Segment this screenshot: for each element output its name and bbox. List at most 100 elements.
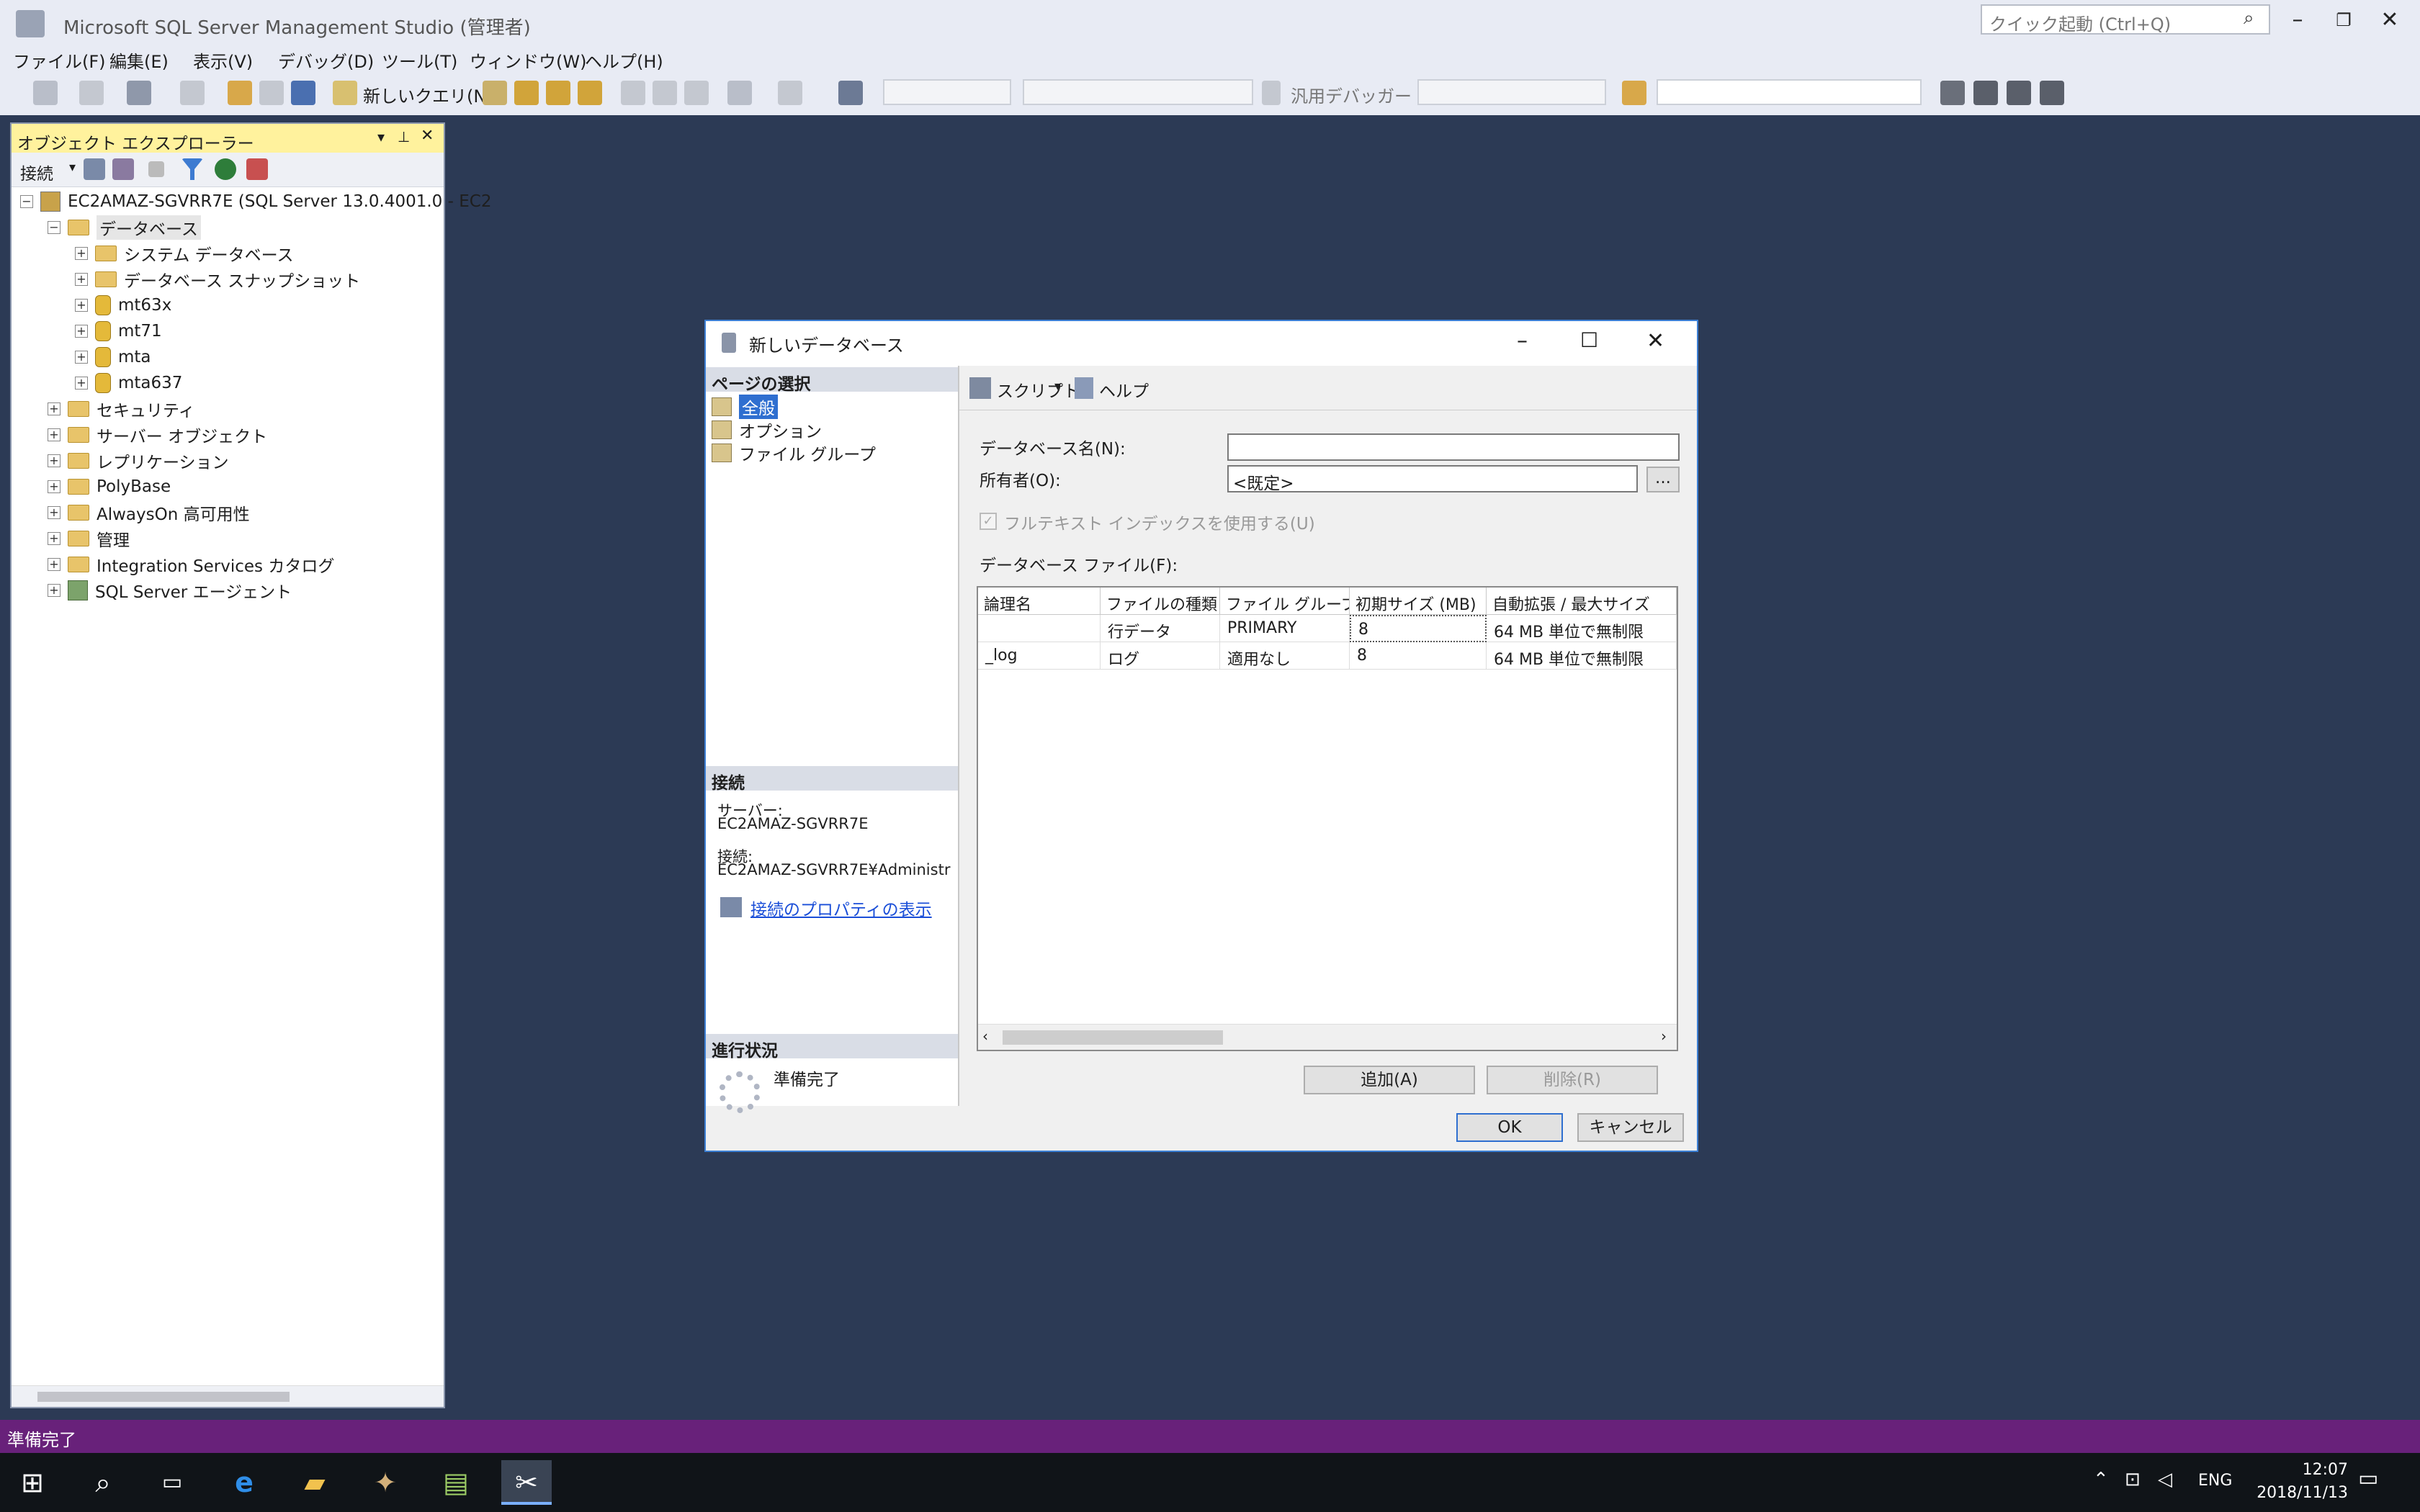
- close-panel-icon[interactable]: ✕: [421, 127, 434, 145]
- refresh-icon[interactable]: [215, 158, 236, 180]
- action-center-icon[interactable]: ▭: [2358, 1466, 2378, 1491]
- app-icon[interactable]: ✦: [360, 1460, 411, 1505]
- row2-file-type[interactable]: ログ: [1101, 642, 1220, 670]
- back-icon[interactable]: [33, 81, 58, 105]
- paste-icon[interactable]: [684, 81, 709, 105]
- dialog-minimize-button[interactable]: –: [1517, 328, 1528, 354]
- dialog-maximize-button[interactable]: ☐: [1580, 328, 1598, 352]
- cancel-button[interactable]: キャンセル: [1577, 1113, 1684, 1142]
- col-autogrowth[interactable]: 自動拡張 / 最大サイズ: [1487, 588, 1677, 615]
- cut-icon[interactable]: [621, 81, 645, 105]
- notepad-icon[interactable]: ▤: [431, 1460, 481, 1505]
- add-file-button[interactable]: 追加(A): [1304, 1066, 1475, 1094]
- tray-chevron-icon[interactable]: ⌃: [2093, 1469, 2109, 1490]
- tree-alwayson[interactable]: + AlwaysOn 高可用性: [48, 500, 250, 526]
- menu-edit[interactable]: 編集(E): [109, 48, 169, 73]
- filter-icon[interactable]: [182, 158, 203, 180]
- scroll-right-icon[interactable]: ›: [1661, 1027, 1667, 1045]
- page-general[interactable]: 全般: [712, 395, 778, 419]
- row1-file-type[interactable]: 行データ: [1101, 615, 1220, 642]
- view-connection-properties-link[interactable]: 接続のプロパティの表示: [750, 896, 932, 920]
- dropdown-icon[interactable]: ▾: [377, 128, 385, 145]
- col-initial-size[interactable]: 初期サイズ (MB): [1350, 588, 1487, 615]
- grid-horizontal-scrollbar[interactable]: ‹ ›: [978, 1024, 1677, 1050]
- row1-filegroup[interactable]: PRIMARY: [1220, 615, 1350, 642]
- dmx-query-icon[interactable]: [546, 81, 570, 105]
- undo-icon[interactable]: [727, 81, 752, 105]
- open-file-icon[interactable]: [228, 81, 252, 105]
- remove-file-button[interactable]: 削除(R): [1487, 1066, 1658, 1094]
- menu-debug[interactable]: デバッグ(D): [278, 48, 374, 73]
- toolbox-icon[interactable]: [2007, 81, 2031, 105]
- row2-filegroup[interactable]: 適用なし: [1220, 642, 1350, 670]
- tree-databases[interactable]: − データベース: [48, 215, 201, 240]
- row1-logical-name[interactable]: [978, 615, 1101, 642]
- page-options[interactable]: オプション: [712, 418, 822, 442]
- save-icon[interactable]: [259, 81, 284, 105]
- tree-db-mt63x[interactable]: + mt63x: [75, 292, 171, 318]
- col-file-type[interactable]: ファイルの種類: [1101, 588, 1220, 615]
- debugger-label[interactable]: 汎用デバッガー: [1291, 82, 1412, 107]
- network-icon[interactable]: ⊡: [2125, 1469, 2141, 1490]
- col-logical-name[interactable]: 論理名: [978, 588, 1101, 615]
- solution-config-combo[interactable]: [883, 79, 1011, 105]
- tree-db-mta637[interactable]: + mta637: [75, 370, 182, 396]
- menu-help[interactable]: ヘルプ(H): [585, 48, 663, 73]
- pin-icon[interactable]: ⊥: [398, 128, 410, 145]
- help-button[interactable]: ヘルプ: [1099, 377, 1149, 402]
- tree-db-mta[interactable]: + mta: [75, 344, 151, 370]
- col-filegroup[interactable]: ファイル グループ: [1220, 588, 1350, 615]
- row1-initial-size[interactable]: 8: [1350, 615, 1487, 642]
- tree-db-mt71[interactable]: + mt71: [75, 318, 162, 344]
- scrollbar-thumb[interactable]: [37, 1392, 290, 1402]
- search-icon[interactable]: ⌕: [78, 1460, 128, 1505]
- file-explorer-icon[interactable]: ▰: [290, 1460, 340, 1505]
- horizontal-scrollbar[interactable]: [12, 1385, 444, 1407]
- layout-icon[interactable]: [2040, 81, 2064, 105]
- row2-autogrowth[interactable]: 64 MB 単位で無制限: [1487, 642, 1677, 670]
- tree-server-objects[interactable]: + サーバー オブジェクト: [48, 422, 267, 448]
- scroll-left-icon[interactable]: ‹: [982, 1027, 988, 1045]
- debug-target-combo[interactable]: [1417, 79, 1606, 105]
- tree-sql-agent[interactable]: + SQL Server エージェント: [48, 577, 292, 603]
- add-item-icon[interactable]: [180, 81, 205, 105]
- xmla-query-icon[interactable]: [578, 81, 602, 105]
- script-dropdown-icon[interactable]: ▾: [1054, 379, 1061, 394]
- stop-icon[interactable]: [148, 161, 164, 177]
- new-project-icon[interactable]: [127, 81, 151, 105]
- page-filegroups[interactable]: ファイル グループ: [712, 441, 876, 465]
- save-all-icon[interactable]: [291, 81, 315, 105]
- new-query-button[interactable]: 新しいクエリ(N): [363, 82, 493, 107]
- menu-view[interactable]: 表示(V): [193, 48, 253, 73]
- taskbar-clock[interactable]: 12:07 2018/11/13: [2257, 1459, 2348, 1505]
- db-query-icon[interactable]: [483, 81, 507, 105]
- close-button[interactable]: ✕: [2368, 6, 2411, 35]
- ok-button[interactable]: OK: [1456, 1113, 1563, 1142]
- grid-scrollbar-thumb[interactable]: [1003, 1030, 1223, 1045]
- script-button[interactable]: スクリプト: [997, 377, 1080, 402]
- activity-monitor-icon[interactable]: [246, 158, 268, 180]
- tree-replication[interactable]: + レプリケーション: [48, 448, 229, 474]
- platform-combo[interactable]: [1023, 79, 1253, 105]
- find-in-files-icon[interactable]: [1622, 81, 1646, 105]
- tree-server-node[interactable]: − EC2AMAZ-SGVRR7E (SQL Server 13.0.4001.0…: [20, 189, 491, 215]
- wrench-icon[interactable]: [1973, 81, 1998, 105]
- tree-db-snapshots[interactable]: + データベース スナップショット: [75, 266, 360, 292]
- activity-monitor-icon[interactable]: [838, 81, 863, 105]
- redo-icon[interactable]: [778, 81, 802, 105]
- dialog-close-button[interactable]: ✕: [1646, 328, 1664, 354]
- minimize-button[interactable]: –: [2276, 6, 2319, 35]
- restore-button[interactable]: ❐: [2322, 6, 2365, 35]
- row2-logical-name[interactable]: _log: [978, 642, 1101, 670]
- start-windows-icon[interactable]: ⊞: [7, 1460, 58, 1505]
- disconnect-icon[interactable]: [112, 158, 134, 180]
- new-query-icon[interactable]: [333, 81, 357, 105]
- task-view-icon[interactable]: ▭: [147, 1460, 197, 1505]
- properties-icon[interactable]: [1940, 81, 1965, 105]
- owner-browse-button[interactable]: ...: [1646, 467, 1680, 492]
- connect-button[interactable]: 接続: [20, 160, 53, 184]
- tree-integration-services[interactable]: + Integration Services カタログ: [48, 552, 334, 577]
- menu-tools[interactable]: ツール(T): [382, 48, 457, 73]
- menu-window[interactable]: ウィンドウ(W): [470, 48, 586, 73]
- tree-system-databases[interactable]: + システム データベース: [75, 240, 293, 266]
